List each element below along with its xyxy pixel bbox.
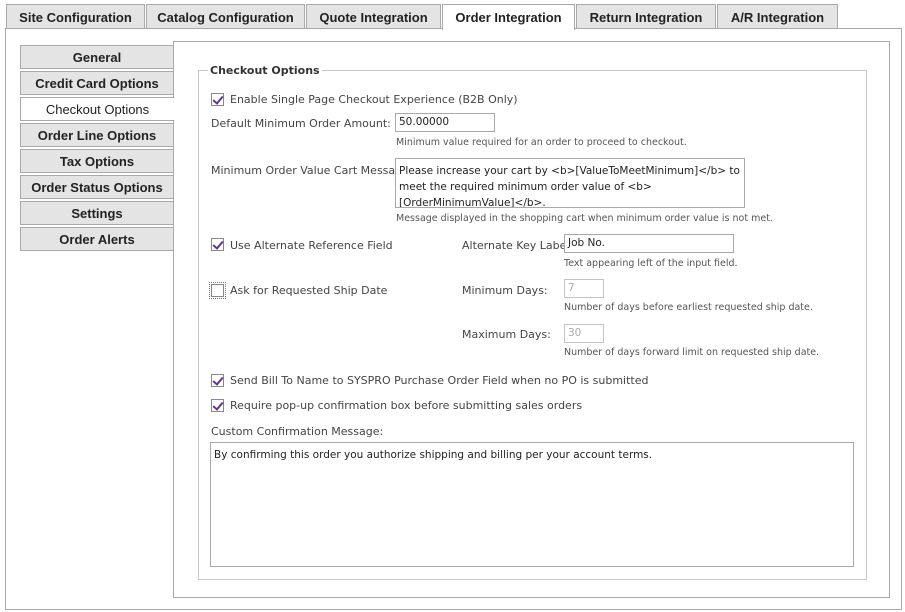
min-order-amount-input[interactable]: 50.00000	[395, 113, 495, 132]
requested-ship-date-label: Ask for Requested Ship Date	[230, 284, 388, 297]
min-order-amount-label: Default Minimum Order Amount:	[211, 117, 391, 130]
single-page-checkout-label: Enable Single Page Checkout Experience (…	[230, 93, 518, 106]
side-tab-order-line-options[interactable]: Order Line Options	[20, 123, 174, 147]
send-bill-to-checkbox[interactable]	[211, 374, 224, 387]
side-tab-credit-card-options[interactable]: Credit Card Options	[20, 71, 174, 95]
cart-message-label: Minimum Order Value Cart Message:	[211, 164, 413, 177]
alternate-key-label-label: Alternate Key Label:	[462, 239, 574, 252]
custom-confirmation-textarea[interactable]: By confirming this order you authorize s…	[210, 442, 854, 567]
side-tab-order-alerts[interactable]: Order Alerts	[20, 227, 174, 251]
side-tab-tax-options[interactable]: Tax Options	[20, 149, 174, 173]
min-order-amount-hint: Minimum value required for an order to p…	[396, 137, 687, 148]
minimum-days-label: Minimum Days:	[462, 284, 548, 297]
tab-ar-integration[interactable]: A/R Integration	[717, 4, 838, 29]
tab-catalog-configuration[interactable]: Catalog Configuration	[146, 4, 305, 29]
minimum-days-hint: Number of days before earliest requested…	[564, 302, 813, 313]
popup-confirmation-label: Require pop-up confirmation box before s…	[230, 399, 583, 412]
tab-order-integration[interactable]: Order Integration	[442, 4, 575, 30]
popup-confirmation-checkbox[interactable]	[211, 399, 224, 412]
alternate-reference-checkbox[interactable]	[211, 238, 224, 251]
side-tab-general[interactable]: General	[20, 45, 174, 69]
maximum-days-input[interactable]: 30	[564, 324, 604, 343]
checkout-options-legend: Checkout Options	[208, 64, 322, 77]
maximum-days-label: Maximum Days:	[462, 328, 551, 341]
cart-message-textarea[interactable]: Please increase your cart by <b>[ValueTo…	[395, 158, 745, 208]
side-tab-order-status-options[interactable]: Order Status Options	[20, 175, 174, 199]
side-tab-settings[interactable]: Settings	[20, 201, 174, 225]
tab-site-configuration[interactable]: Site Configuration	[6, 4, 145, 29]
top-tab-bar: Site Configuration Catalog Configuration…	[0, 4, 905, 30]
alternate-reference-label: Use Alternate Reference Field	[230, 239, 393, 252]
minimum-days-input[interactable]: 7	[564, 279, 604, 298]
side-tab-checkout-options[interactable]: Checkout Options	[20, 97, 175, 121]
tab-quote-integration[interactable]: Quote Integration	[306, 4, 441, 29]
tab-return-integration[interactable]: Return Integration	[576, 4, 716, 29]
single-page-checkout-checkbox[interactable]	[211, 93, 224, 106]
maximum-days-hint: Number of days forward limit on requeste…	[564, 347, 820, 358]
cart-message-hint: Message displayed in the shopping cart w…	[396, 213, 773, 224]
custom-confirmation-label: Custom Confirmation Message:	[211, 425, 384, 438]
alternate-key-label-hint: Text appearing left of the input field.	[564, 258, 738, 269]
alternate-key-label-input[interactable]: Job No.	[564, 234, 734, 253]
requested-ship-date-checkbox[interactable]	[209, 282, 226, 299]
send-bill-to-label: Send Bill To Name to SYSPRO Purchase Ord…	[230, 374, 649, 387]
